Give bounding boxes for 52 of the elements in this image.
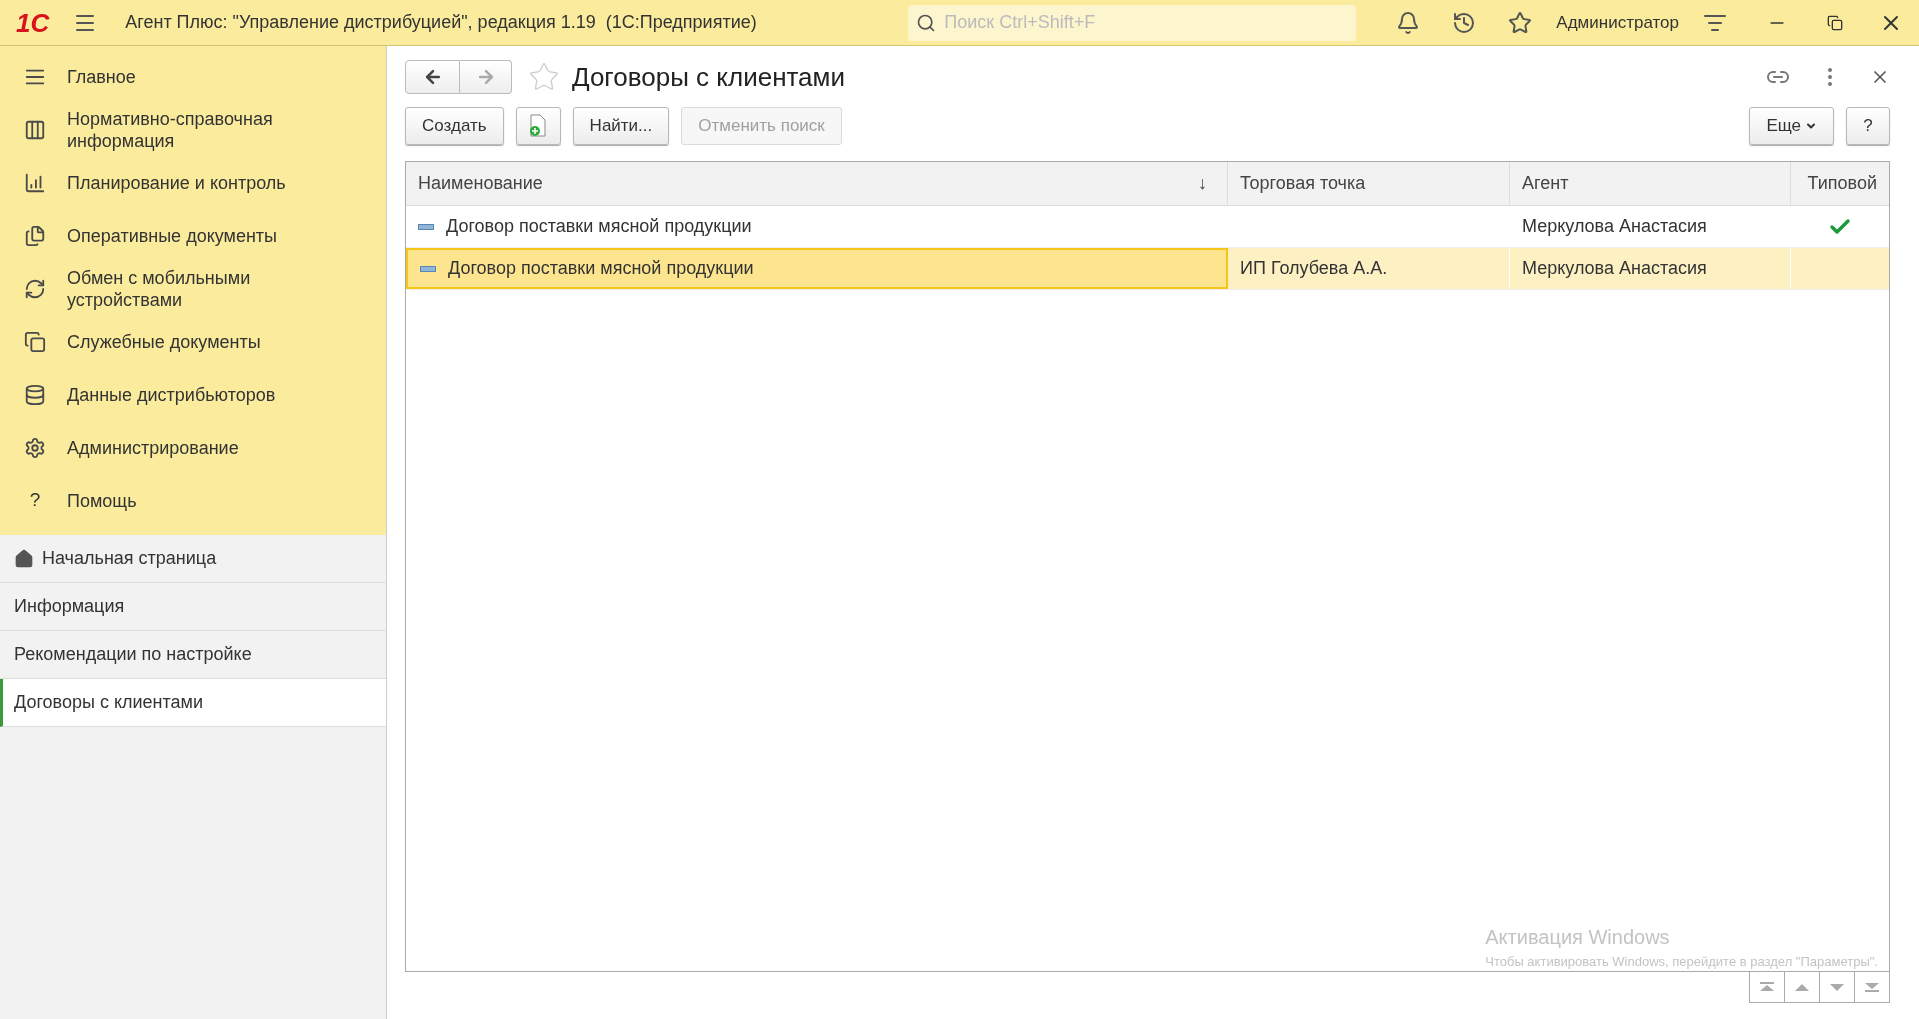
more-button[interactable]: Еще	[1749, 107, 1834, 145]
copy-icon	[24, 330, 46, 353]
table-cell[interactable]: Договор поставки мясной продукции	[406, 248, 1228, 289]
user-name[interactable]: Администратор	[1556, 9, 1679, 36]
column-header[interactable]: Наименование ↓	[406, 162, 1228, 205]
bar-chart-icon	[24, 171, 46, 194]
section-item[interactable]: Главное	[67, 65, 327, 88]
table-cell-text: ИП Голубева А.А.	[1240, 257, 1388, 280]
sort-indicator: ↓	[1198, 172, 1207, 195]
history-icon[interactable]	[1452, 10, 1477, 35]
add-document-button[interactable]	[515, 107, 561, 145]
bell-icon[interactable]	[1396, 10, 1421, 35]
database-icon	[24, 383, 46, 406]
open-page-tab[interactable]: Начальная страница	[0, 535, 386, 583]
section-item[interactable]: Планирование и контроль	[67, 171, 327, 194]
open-page-tab[interactable]: Договоры с клиентами	[0, 679, 386, 727]
search-field[interactable]: Поиск Ctrl+Shift+F	[908, 4, 1357, 41]
section-item[interactable]: Оперативные документы	[67, 224, 327, 247]
app-logo: 1С	[16, 9, 50, 36]
table-cell[interactable]: Договор поставки мясной продукции	[406, 206, 1228, 247]
column-header[interactable]: Типовой	[1791, 162, 1889, 205]
columns-icon	[24, 118, 46, 141]
watermark-title: Активация Windows	[1485, 924, 1671, 950]
section-item[interactable]: Служебные документы	[67, 330, 327, 353]
catalog-item-icon	[418, 223, 434, 230]
home-icon	[14, 548, 34, 569]
open-page-tab[interactable]: Информация	[0, 583, 386, 631]
section-item[interactable]: Нормативно-справочная информация	[67, 107, 327, 152]
section-item[interactable]: Администрирование	[67, 436, 327, 459]
star-icon[interactable]	[1508, 10, 1533, 35]
watermark-text: Чтобы активировать Windows, перейдите в раздел "Параметры".	[1485, 952, 1878, 971]
back-button[interactable]	[405, 60, 460, 94]
help-button[interactable]: ?	[1846, 107, 1890, 145]
window-title: Агент Плюс: "Управление дистрибуцией", редакция 1.19 (1С:Предприятие)	[125, 11, 757, 34]
search-icon	[916, 12, 937, 33]
section-item[interactable]: Данные дистрибьюторов	[67, 383, 327, 406]
favorite-star-icon[interactable]	[528, 61, 560, 93]
refresh-icon	[24, 277, 46, 300]
find-button[interactable]: Найти...	[572, 107, 670, 145]
create-button[interactable]: Создать	[405, 107, 504, 145]
section-item[interactable]: Обмен с мобильными устройствами	[67, 266, 327, 311]
table-cell-text: Меркулова Анастасия	[1522, 257, 1707, 280]
section-item[interactable]: Помощь	[67, 489, 327, 512]
catalog-item-icon	[420, 265, 436, 272]
table-cell-text: Меркулова Анастасия	[1522, 215, 1707, 238]
restore-icon[interactable]	[1827, 14, 1843, 31]
question-mark-icon: ?	[29, 486, 41, 515]
form-title: Договоры с клиентами	[572, 60, 845, 94]
settings-icon	[24, 436, 46, 459]
column-header[interactable]: Торговая точка	[1228, 162, 1510, 205]
column-header[interactable]: Агент	[1510, 162, 1791, 205]
documents-icon	[24, 224, 46, 247]
